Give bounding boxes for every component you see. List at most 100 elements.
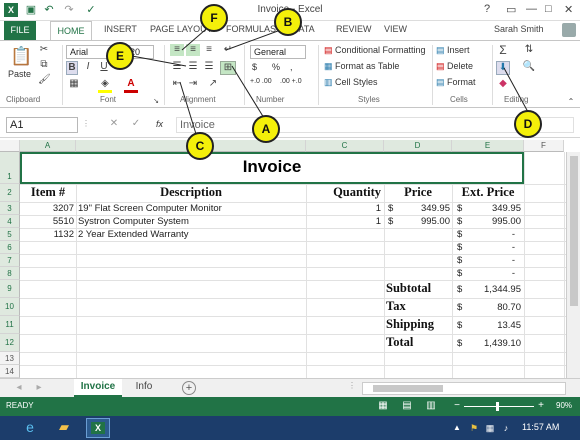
row-header-9[interactable]: 9 <box>0 280 20 298</box>
line-description[interactable]: Systron Computer System <box>78 216 304 227</box>
increase-decimal-button[interactable]: +.0 .00 <box>250 78 272 85</box>
borders-icon[interactable]: ▦ <box>68 78 80 90</box>
tax-label[interactable]: Tax <box>386 299 452 314</box>
find-select-icon[interactable]: 🔍 <box>520 61 538 73</box>
show-hidden-icons-icon[interactable]: ▲ <box>452 422 462 434</box>
user-name[interactable]: Sarah Smith <box>494 24 544 34</box>
row-header-11[interactable]: 11 <box>0 316 20 334</box>
confirm-entry-icon[interactable]: ✓ <box>130 118 142 130</box>
sheet-tab-info[interactable]: Info <box>126 379 162 397</box>
align-left-icon[interactable]: ☰ <box>170 61 184 73</box>
worksheet-grid[interactable]: A B C D E F 1 2 3 4 5 6 7 8 9 10 11 12 1… <box>0 140 580 378</box>
help-button[interactable]: ? <box>484 3 490 15</box>
file-explorer-icon[interactable]: ▰ <box>56 420 72 433</box>
tab-review[interactable]: REVIEW <box>336 24 372 34</box>
row-header-14[interactable]: 14 <box>0 365 20 378</box>
wrap-text-icon[interactable]: ↵ <box>220 44 236 56</box>
paste-icon[interactable]: 📋 <box>10 45 32 67</box>
line-price[interactable]: 349.95 <box>398 203 450 214</box>
copy-icon[interactable]: ⧉ <box>38 59 50 71</box>
close-button[interactable]: ✕ <box>564 3 573 16</box>
currency-button[interactable]: $ <box>252 62 257 72</box>
zoom-in-icon[interactable]: + <box>536 400 546 412</box>
autosum-icon[interactable]: Σ <box>496 44 510 56</box>
scroll-tabs-left-icon[interactable]: ◂ <box>14 382 24 394</box>
row-header-2[interactable]: 2 <box>0 184 20 202</box>
decrease-indent-icon[interactable]: ⇤ <box>170 78 184 90</box>
merge-center-icon[interactable]: ⊞ <box>220 61 236 75</box>
line-item-number[interactable]: 3207 <box>20 203 74 214</box>
name-box[interactable]: A1 <box>6 117 78 133</box>
line-price[interactable]: 995.00 <box>398 216 450 227</box>
italic-button[interactable]: I <box>82 61 94 73</box>
tab-split-handle[interactable]: ⋮ <box>348 381 356 395</box>
horizontal-scrollbar[interactable] <box>362 382 566 395</box>
zoom-out-icon[interactable]: − <box>452 400 462 412</box>
increase-indent-icon[interactable]: ⇥ <box>186 78 200 90</box>
header-price[interactable]: Price <box>384 185 452 200</box>
column-header-f[interactable]: F <box>524 140 564 152</box>
paste-button[interactable]: Paste <box>8 69 31 79</box>
new-sheet-icon[interactable]: + <box>182 381 196 395</box>
network-icon[interactable]: ▦ <box>484 422 496 434</box>
row-header-13[interactable]: 13 <box>0 352 20 365</box>
format-painter-icon[interactable]: 🖌 <box>38 74 51 86</box>
volume-icon[interactable]: ♪ <box>500 422 512 434</box>
excel-taskbar-button[interactable]: X <box>86 418 110 438</box>
column-header-d[interactable]: D <box>384 140 452 152</box>
number-format-select[interactable]: General <box>250 45 306 59</box>
line-description[interactable]: 2 Year Extended Warranty <box>78 229 304 240</box>
cancel-entry-icon[interactable]: ✕ <box>108 118 120 130</box>
tab-file[interactable]: FILE <box>4 21 36 40</box>
insert-function-button[interactable]: fx <box>156 119 163 129</box>
decrease-decimal-button[interactable]: .00 +.0 <box>280 78 302 85</box>
horizontal-scroll-thumb[interactable] <box>373 385 443 392</box>
line-ext-price[interactable]: 995.00 <box>467 216 521 227</box>
minimize-button[interactable]: — <box>526 3 537 15</box>
comma-button[interactable]: , <box>290 62 293 72</box>
tab-insert[interactable]: INSERT <box>104 24 137 34</box>
select-all-corner[interactable] <box>0 140 20 152</box>
conditional-formatting-button[interactable]: ▤ Conditional Formatting <box>324 45 426 56</box>
insert-cells-button[interactable]: ▤ Insert <box>436 45 470 56</box>
font-dialog-launcher-icon[interactable]: ↘ <box>152 96 160 108</box>
sort-filter-icon[interactable]: ⇅ <box>520 44 538 56</box>
ribbon-display-icon[interactable]: ▭ <box>506 3 516 16</box>
line-ext-price[interactable]: - <box>467 229 515 240</box>
header-ext-price[interactable]: Ext. Price <box>452 185 524 200</box>
subtotal-value[interactable]: 1,344.95 <box>467 284 521 295</box>
header-description[interactable]: Description <box>76 185 306 200</box>
row-header-10[interactable]: 10 <box>0 298 20 316</box>
total-label[interactable]: Total <box>386 335 452 350</box>
font-color-icon[interactable]: A <box>124 78 138 93</box>
row-header-1[interactable]: 1 <box>0 152 20 184</box>
action-center-icon[interactable]: ⚑ <box>468 422 480 434</box>
row-header-8[interactable]: 8 <box>0 267 20 280</box>
row-header-6[interactable]: 6 <box>0 241 20 254</box>
zoom-slider-thumb[interactable] <box>496 402 499 411</box>
tab-home[interactable]: HOME <box>50 21 92 40</box>
clear-icon[interactable]: ◆ <box>496 78 510 90</box>
line-item-number[interactable]: 1132 <box>20 229 74 240</box>
page-break-view-icon[interactable]: ▥ <box>424 400 438 412</box>
format-cells-button[interactable]: ▤ Format <box>436 77 476 88</box>
ie-browser-icon[interactable]: e <box>22 420 38 434</box>
zoom-level[interactable]: 90% <box>556 401 572 410</box>
zoom-slider[interactable] <box>464 406 534 407</box>
line-ext-price[interactable]: 349.95 <box>467 203 521 214</box>
tab-view[interactable]: VIEW <box>384 24 407 34</box>
shipping-label[interactable]: Shipping <box>386 317 452 332</box>
clock[interactable]: 11:57 AM <box>522 422 559 432</box>
column-header-a[interactable]: A <box>20 140 76 152</box>
invoice-title-cell[interactable]: Invoice <box>20 152 524 184</box>
line-description[interactable]: 19" Flat Screen Computer Monitor <box>78 203 304 214</box>
row-header-7[interactable]: 7 <box>0 254 20 267</box>
cut-icon[interactable]: ✂ <box>38 44 50 56</box>
avatar[interactable] <box>562 23 576 37</box>
fill-icon[interactable]: ⬇ <box>496 61 510 75</box>
column-header-c[interactable]: C <box>306 140 384 152</box>
orientation-icon[interactable]: ↗ <box>206 78 220 90</box>
align-center-icon[interactable]: ☰ <box>186 61 200 73</box>
collapse-ribbon-icon[interactable]: ⌃ <box>566 96 576 108</box>
middle-align-icon[interactable]: ≡ <box>186 44 200 56</box>
